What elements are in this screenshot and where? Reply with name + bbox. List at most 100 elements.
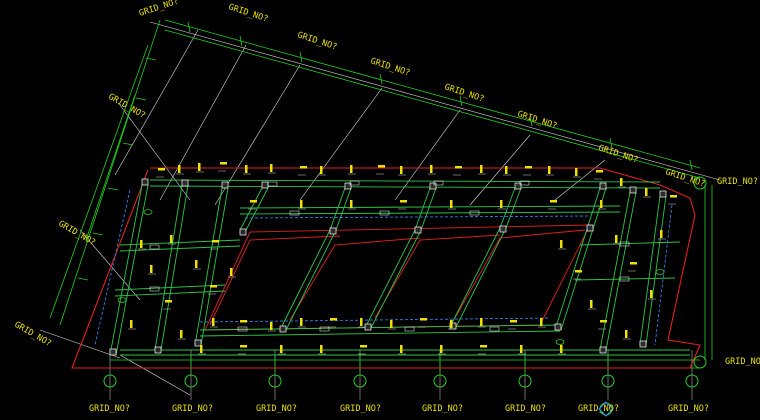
beam-callout-mark <box>400 200 407 203</box>
grid-label: GRID_NO? <box>172 404 213 414</box>
beam-callout-mark <box>560 345 563 353</box>
beam-callout-mark <box>158 168 165 171</box>
beam-callout-mark <box>212 318 215 326</box>
beam-callout-mark <box>280 345 283 353</box>
column-marker <box>261 181 269 189</box>
beam-callout-mark <box>245 165 248 173</box>
beam-callout-mark <box>520 345 523 353</box>
grid-label: GRID_NO? <box>340 404 381 414</box>
beam-callout-mark <box>455 166 462 169</box>
floor-plan-drawing: GRID_NO? GRID_NO? GRID_NO? GRID_NO? GRID_NO?… <box>0 0 760 420</box>
beam-callout-mark <box>670 195 677 198</box>
beam-callout-mark <box>360 345 367 348</box>
beam-callout-mark <box>620 178 623 186</box>
beam-callout-mark <box>390 320 393 328</box>
beam-callout-mark <box>480 318 483 326</box>
beam-callout-mark <box>480 165 483 173</box>
beam-callout-mark <box>600 320 607 323</box>
beam-callout-mark <box>378 165 385 168</box>
beam-callout-mark <box>525 166 532 169</box>
beam-callout-mark <box>350 200 353 208</box>
beam-callout-mark <box>170 235 173 243</box>
grid-label: GRID_NO? <box>505 404 546 414</box>
beam-callout-mark <box>420 318 427 321</box>
column-marker <box>554 323 562 331</box>
beam-callout-mark <box>230 268 233 276</box>
column-marker <box>639 340 647 348</box>
column-marker <box>221 181 229 189</box>
beam-callout-mark <box>590 300 593 308</box>
column-marker <box>659 190 667 198</box>
beam-callout-mark <box>596 170 603 173</box>
beam-callout-mark <box>615 235 618 243</box>
beam-callout-mark <box>195 260 198 268</box>
grid-label: GRID_NO? <box>668 404 709 414</box>
beam-callout-mark <box>165 300 172 303</box>
beam-callout-mark <box>505 166 508 174</box>
beam-callout-mark <box>625 330 628 338</box>
beam-callout-mark <box>400 345 403 353</box>
beam-callout-mark <box>320 166 323 174</box>
beam-callout-mark <box>450 200 453 208</box>
beam-callout-mark <box>210 285 217 288</box>
column-marker <box>279 325 287 333</box>
beam-callout-mark <box>360 318 363 326</box>
cad-drawing-canvas[interactable]: GRID_NO? GRID_NO? GRID_NO? GRID_NO? GRID_NO?… <box>0 0 760 420</box>
column-marker <box>109 348 117 356</box>
beam-callout-mark <box>440 345 443 353</box>
beam-callout-mark <box>212 240 219 243</box>
beam-callout-mark <box>430 165 433 173</box>
column-marker <box>629 186 637 194</box>
beam-callout-mark <box>645 188 648 196</box>
beam-callout-mark <box>320 345 323 353</box>
beam-callout-mark <box>330 318 337 321</box>
column-marker <box>141 178 149 186</box>
beam-callout-mark <box>600 200 603 208</box>
grid-label: GRID_NO? <box>725 357 760 367</box>
column-marker <box>239 228 247 236</box>
beam-callout-mark <box>140 240 143 248</box>
beam-callout-mark <box>240 345 247 348</box>
column-marker <box>599 182 607 190</box>
beam-callout-mark <box>550 200 557 203</box>
column-marker <box>414 226 422 234</box>
beam-callout-mark <box>548 166 551 174</box>
grid-label: GRID_NO? <box>89 404 130 414</box>
column-marker <box>429 182 437 190</box>
beam-callout-mark <box>575 270 582 273</box>
beam-callout-mark <box>220 162 227 165</box>
beam-callout-mark <box>540 318 543 326</box>
beam-callout-mark <box>240 320 247 323</box>
column-marker <box>599 346 607 354</box>
beam-callout-mark <box>300 200 303 208</box>
beam-callout-mark <box>510 320 517 323</box>
column-marker <box>154 346 162 354</box>
beam-callout-mark <box>178 165 181 173</box>
beam-callout-mark <box>480 345 487 348</box>
beam-callout-mark <box>270 164 273 172</box>
column-marker <box>586 224 594 232</box>
beam-callout-mark <box>560 240 563 248</box>
grid-label: GRID_NO? <box>578 404 619 414</box>
column-marker <box>499 225 507 233</box>
beam-callout-mark <box>300 166 307 169</box>
beam-callout-mark <box>250 200 257 203</box>
beam-callout-mark <box>130 320 133 328</box>
beam-callout-mark <box>650 290 653 298</box>
beam-callout-mark <box>198 163 201 171</box>
beam-callout-mark <box>450 320 453 328</box>
beam-callout-mark <box>660 230 663 238</box>
column-marker <box>181 179 189 187</box>
grid-label: GRID_NO? <box>256 404 297 414</box>
beam-callout-mark <box>500 200 503 208</box>
beam-callout-mark <box>300 318 303 326</box>
beam-callout-mark <box>400 166 403 174</box>
beam-callout-mark <box>575 168 578 176</box>
column-marker <box>329 227 337 235</box>
beam-callout-mark <box>270 322 273 330</box>
beam-callout-mark <box>150 265 153 273</box>
grid-label: GRID_NO? <box>717 177 758 187</box>
grid-label: GRID_NO? <box>422 404 463 414</box>
beam-callout-mark <box>630 262 637 265</box>
beam-callout-mark <box>180 330 183 338</box>
